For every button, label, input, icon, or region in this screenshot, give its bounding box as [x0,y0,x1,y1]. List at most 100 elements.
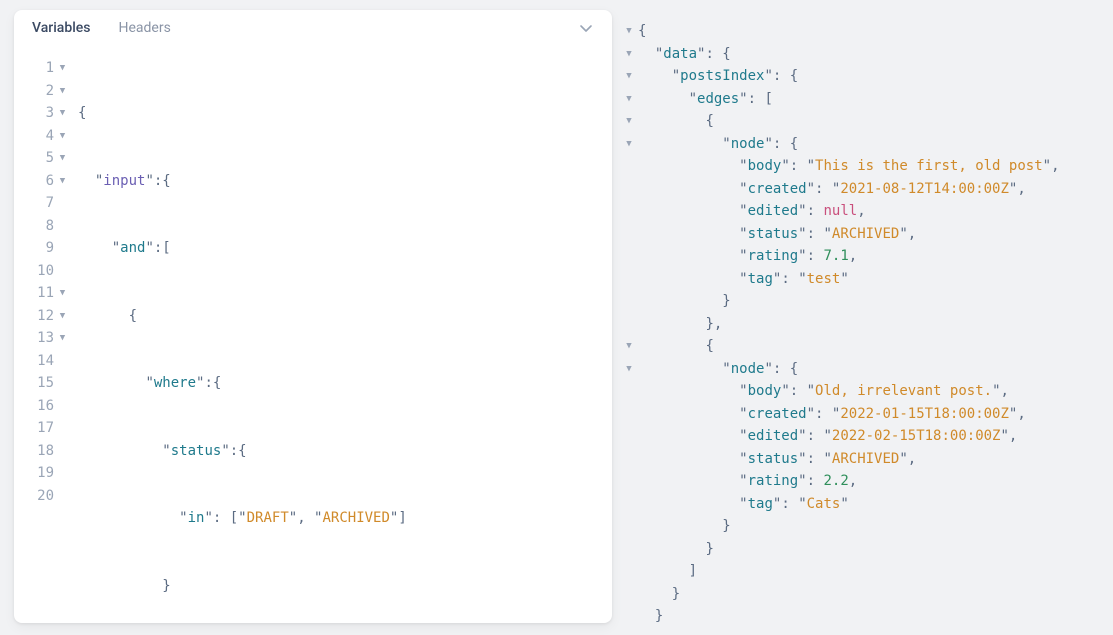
response-line: "body": "Old, irrelevant post.", [620,380,1103,403]
response-line: "body": "This is the first, old post", [620,155,1103,178]
fold-toggle-icon[interactable]: ▼ [56,305,66,328]
line-number: 4 [46,125,56,148]
fold-toggle-icon[interactable]: ▼ [620,133,638,156]
line-number: 12 [37,305,56,328]
line-number: 15 [37,372,56,395]
response-line: } [620,290,1103,313]
gutter-line: 1▼ [14,57,66,80]
line-number: 13 [37,327,56,350]
response-line: "status": "ARCHIVED", [620,448,1103,471]
response-code: { [638,335,714,358]
gutter-line: 18 [14,440,66,463]
line-number: 7 [46,192,56,215]
fold-toggle-icon[interactable]: ▼ [620,43,638,66]
tab-headers[interactable]: Headers [118,20,170,36]
response-code: "status": "ARCHIVED", [638,223,916,246]
response-code: } [638,515,731,538]
response-code: } [638,605,663,628]
gutter-line: 15 [14,372,66,395]
fold-toggle-icon[interactable]: ▼ [620,88,638,111]
response-code: "data": { [638,43,731,66]
response-code: "tag": "test" [638,268,849,291]
fold-toggle-icon[interactable]: ▼ [56,102,66,125]
gutter-line: 14 [14,350,66,373]
fold-toggle-icon[interactable]: ▼ [56,170,66,193]
line-number: 6 [46,170,56,193]
fold-toggle-icon[interactable]: ▼ [620,20,638,43]
gutter-line: 10 [14,260,66,283]
response-line: ] [620,560,1103,583]
response-line: "edited": "2022-02-15T18:00:00Z", [620,425,1103,448]
response-code: } [638,583,680,606]
app-root: Variables Headers 1▼2▼3▼4▼5▼6▼7891011▼12… [0,0,1113,635]
gutter-line: 13▼ [14,327,66,350]
line-number: 10 [37,260,56,283]
response-line: ▼ "node": { [620,358,1103,381]
fold-toggle-icon[interactable]: ▼ [56,282,66,305]
response-line: } [620,515,1103,538]
response-line: ▼ "edges": [ [620,88,1103,111]
fold-toggle-icon[interactable]: ▼ [620,110,638,133]
response-line: "rating": 2.2, [620,470,1103,493]
fold-toggle-icon[interactable]: ▼ [56,57,66,80]
gutter-line: 9 [14,237,66,260]
response-line: } [620,538,1103,561]
fold-toggle-icon[interactable]: ▼ [620,358,638,381]
response-code: "body": "This is the first, old post", [638,155,1060,178]
tab-variables[interactable]: Variables [32,20,90,36]
response-line: "created": "2022-01-15T18:00:00Z", [620,403,1103,426]
response-code: "postsIndex": { [638,65,798,88]
response-code: { [638,20,646,43]
response-code: ] [638,560,697,583]
response-code: "created": "2021-08-12T14:00:00Z", [638,178,1026,201]
response-line: "created": "2021-08-12T14:00:00Z", [620,178,1103,201]
gutter-line: 6▼ [14,170,66,193]
fold-toggle-icon[interactable]: ▼ [620,335,638,358]
line-number: 5 [46,147,56,170]
fold-toggle-icon[interactable]: ▼ [56,327,66,350]
gutter-line: 16 [14,395,66,418]
gutter-line: 17 [14,417,66,440]
fold-toggle-icon[interactable]: ▼ [56,125,66,148]
variables-editor[interactable]: 1▼2▼3▼4▼5▼6▼7891011▼12▼13▼14151617181920… [14,45,612,623]
line-number: 1 [46,57,56,80]
response-code: "node": { [638,358,798,381]
chevron-down-icon[interactable] [578,20,594,36]
editor-gutter: 1▼2▼3▼4▼5▼6▼7891011▼12▼13▼14151617181920 [14,57,70,611]
response-line: "edited": null, [620,200,1103,223]
response-code: { [638,110,714,133]
fold-toggle-icon[interactable]: ▼ [56,80,66,103]
fold-toggle-icon[interactable]: ▼ [620,65,638,88]
response-code: "rating": 2.2, [638,470,857,493]
line-number: 11 [37,282,56,305]
gutter-line: 4▼ [14,125,66,148]
line-number: 3 [46,102,56,125]
response-line: "tag": "Cats" [620,493,1103,516]
response-code: } [638,290,731,313]
fold-toggle-icon[interactable]: ▼ [56,147,66,170]
gutter-line: 8 [14,215,66,238]
response-code: "body": "Old, irrelevant post.", [638,380,1009,403]
gutter-line: 2▼ [14,80,66,103]
gutter-line: 19 [14,462,66,485]
variables-panel: Variables Headers 1▼2▼3▼4▼5▼6▼7891011▼12… [14,10,612,623]
line-number: 9 [46,237,56,260]
editor-content[interactable]: { "input":{ "and":[ { "where":{ "status"… [70,57,612,611]
response-line: "tag": "test" [620,268,1103,291]
response-line: ▼ "data": { [620,43,1103,66]
line-number: 16 [37,395,56,418]
response-code: "created": "2022-01-15T18:00:00Z", [638,403,1026,426]
panel-tabs: Variables Headers [14,10,612,45]
response-code: } [638,538,714,561]
gutter-line: 12▼ [14,305,66,328]
response-line: }, [620,313,1103,336]
response-line: "status": "ARCHIVED", [620,223,1103,246]
gutter-line: 3▼ [14,102,66,125]
response-line: } [620,605,1103,628]
response-line: ▼ { [620,110,1103,133]
response-code: }, [638,313,722,336]
line-number: 19 [37,462,56,485]
response-line: ▼ { [620,335,1103,358]
response-panel: ▼{▼ "data": {▼ "postsIndex": {▼ "edges":… [612,8,1113,635]
line-number: 8 [46,215,56,238]
